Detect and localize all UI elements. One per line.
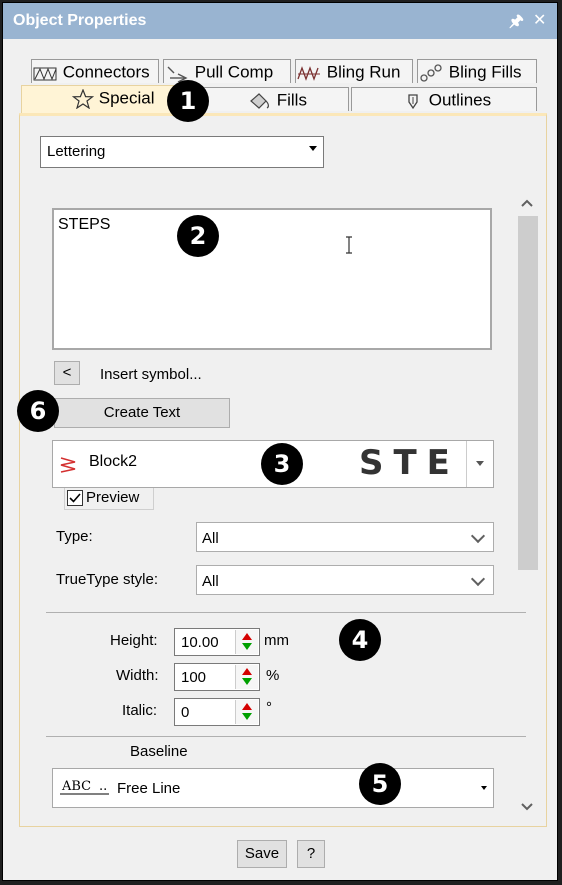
pin-icon[interactable]: 🖈 <box>509 10 524 37</box>
type-value: All <box>202 530 219 547</box>
preview-label: Preview <box>86 489 140 506</box>
save-button[interactable]: Save <box>237 840 287 868</box>
tab-bling-run[interactable]: Bling Run <box>295 59 413 83</box>
scroll-down-icon[interactable] <box>520 802 534 812</box>
title-bar: Object Properties 🖈 ✕ <box>3 3 557 39</box>
width-field[interactable]: 100 <box>174 663 260 691</box>
help-button[interactable]: ? <box>297 840 325 868</box>
tab-connectors[interactable]: Connectors <box>31 59 159 83</box>
width-stepper[interactable] <box>235 665 258 689</box>
svg-text:..: .. <box>99 779 107 794</box>
width-value: 100 <box>181 669 207 686</box>
type-dropdown[interactable]: All <box>196 522 494 552</box>
preview-checkbox[interactable] <box>67 490 83 506</box>
baseline-label: Baseline <box>130 743 188 760</box>
spin-down-icon[interactable] <box>242 678 252 685</box>
font-dropdown-button[interactable] <box>466 441 493 487</box>
tab-label: Pull Comp <box>194 62 274 82</box>
width-label: Width: <box>116 667 159 684</box>
insert-symbol-label: Insert symbol... <box>100 366 202 383</box>
divider <box>46 612 526 613</box>
tab-label: Outlines <box>428 90 492 110</box>
tab-bling-fills[interactable]: Bling Fills <box>417 59 537 83</box>
object-properties-window: Object Properties 🖈 ✕ Connectors Pull Co… <box>2 2 558 881</box>
font-name: Block2 <box>89 453 138 470</box>
italic-value: 0 <box>181 704 190 721</box>
tab-label: Special <box>98 88 155 108</box>
italic-field[interactable]: 0 <box>174 698 260 726</box>
object-type-dropdown[interactable]: Lettering <box>40 136 324 168</box>
truetype-style-label: TrueType style: <box>56 571 158 588</box>
callout-marker-6: 6 <box>17 390 59 432</box>
lettering-text-value: STEPS <box>58 216 111 233</box>
connectors-icon <box>33 67 57 81</box>
chevron-down-icon <box>470 571 486 587</box>
fills-icon <box>250 92 269 109</box>
baseline-dropdown[interactable]: ABC .. Free Line <box>52 768 494 808</box>
italic-stepper[interactable] <box>235 700 258 724</box>
close-icon[interactable]: ✕ <box>533 10 546 29</box>
height-field[interactable]: 10.00 <box>174 628 260 656</box>
callout-marker-1: 1 <box>167 80 209 122</box>
bling-fills-icon <box>420 63 442 82</box>
lettering-text-area[interactable]: STEPS <box>52 208 492 350</box>
spin-up-icon[interactable] <box>242 668 252 675</box>
spin-up-icon[interactable] <box>242 703 252 710</box>
truetype-style-dropdown[interactable]: All <box>196 565 494 595</box>
callout-marker-2: 2 <box>177 215 219 257</box>
outlines-icon <box>408 93 418 109</box>
tab-outlines[interactable]: Outlines <box>351 87 537 111</box>
spin-up-icon[interactable] <box>242 633 252 640</box>
tab-pull-comp[interactable]: Pull Comp <box>163 59 291 83</box>
text-cursor-icon <box>346 236 352 254</box>
type-label: Type: <box>56 528 93 545</box>
truetype-style-value: All <box>202 573 219 590</box>
baseline-sample-text: ABC <box>61 779 91 794</box>
scroll-up-icon[interactable] <box>520 198 534 208</box>
embroidery-font-icon <box>60 457 76 473</box>
font-preview-text: STE <box>359 443 460 483</box>
spin-down-icon[interactable] <box>242 643 252 650</box>
spin-down-icon[interactable] <box>242 713 252 720</box>
tab-label: Bling Run <box>326 62 401 82</box>
italic-unit: ° <box>266 699 272 716</box>
tab-label: Connectors <box>62 62 150 82</box>
dropdown-arrow-icon <box>476 461 484 466</box>
italic-label: Italic: <box>122 702 158 719</box>
scrollbar-thumb[interactable] <box>518 216 538 570</box>
callout-marker-5: 5 <box>359 763 401 805</box>
callout-marker-3: 3 <box>261 443 303 485</box>
chevron-down-icon <box>470 528 486 544</box>
tab-special[interactable]: Special <box>21 85 183 115</box>
dropdown-arrow-icon <box>481 786 487 790</box>
baseline-value: Free Line <box>117 780 181 797</box>
height-value: 10.00 <box>181 634 219 651</box>
width-unit: % <box>266 667 280 684</box>
window-title: Object Properties <box>13 12 147 29</box>
bling-run-icon <box>297 65 320 81</box>
star-icon <box>72 88 94 109</box>
object-type-value: Lettering <box>47 143 106 160</box>
tab-fills[interactable]: Fills <box>185 87 349 111</box>
height-label: Height: <box>110 632 158 649</box>
height-stepper[interactable] <box>235 630 258 654</box>
tab-label: Fills <box>276 90 307 110</box>
preview-checkbox-group[interactable]: Preview <box>64 488 154 510</box>
dropdown-arrow-icon <box>309 146 317 151</box>
pull-comp-icon <box>167 66 188 82</box>
vertical-scrollbar[interactable] <box>514 190 542 822</box>
insert-symbol-button[interactable]: < <box>54 361 80 385</box>
callout-marker-4: 4 <box>339 619 381 661</box>
height-unit: mm <box>264 632 289 649</box>
create-text-button[interactable]: Create Text <box>54 398 230 428</box>
baseline-sample-icon: ABC .. <box>60 779 109 795</box>
tab-label: Bling Fills <box>448 62 522 82</box>
divider <box>46 736 526 737</box>
